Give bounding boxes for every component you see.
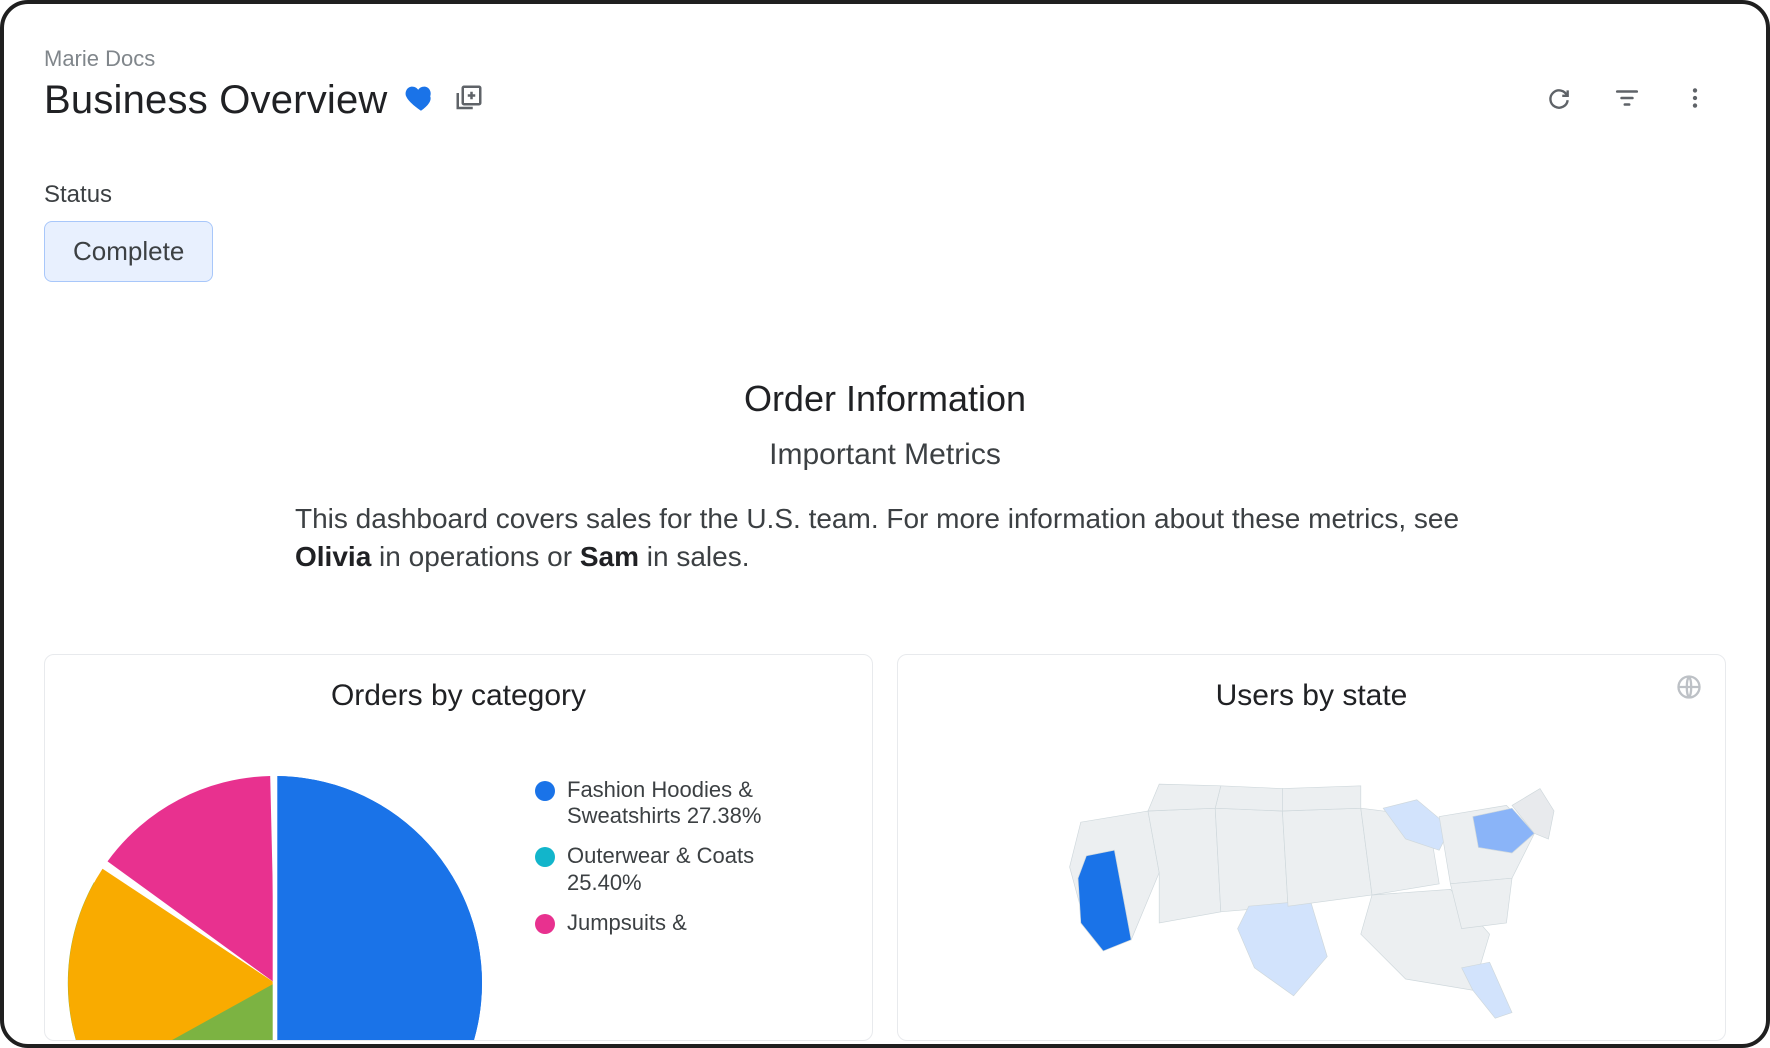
add-to-collection-icon[interactable]	[454, 83, 484, 118]
legend-item[interactable]: Outerwear & Coats 25.40%	[535, 843, 815, 896]
section-subtitle: Important Metrics	[44, 438, 1726, 472]
filter-icon[interactable]	[1614, 85, 1640, 116]
legend-item[interactable]: Fashion Hoodies & Sweatshirts 27.38%	[535, 777, 815, 830]
legend-label: Fashion Hoodies & Sweatshirts 27.38%	[567, 777, 815, 830]
globe-icon[interactable]	[1675, 673, 1703, 706]
legend-label: Outerwear & Coats 25.40%	[567, 843, 815, 896]
legend-item[interactable]: Jumpsuits &	[535, 910, 815, 936]
breadcrumb[interactable]: Marie Docs	[44, 46, 1726, 72]
section-description: This dashboard covers sales for the U.S.…	[255, 500, 1515, 576]
card-title: Orders by category	[73, 679, 844, 713]
legend-dot-icon	[535, 781, 555, 801]
card-orders-by-category[interactable]: Orders by category	[44, 654, 873, 1041]
pie-legend: Fashion Hoodies & Sweatshirts 27.38% Out…	[535, 777, 815, 937]
legend-label: Jumpsuits &	[567, 910, 687, 936]
us-map[interactable]	[926, 755, 1697, 1040]
legend-dot-icon	[535, 847, 555, 867]
desc-text: This dashboard covers sales for the U.S.…	[295, 503, 1459, 534]
favorite-heart-icon[interactable]	[404, 81, 438, 120]
pie-chart[interactable]	[45, 753, 505, 983]
legend-dot-icon	[535, 914, 555, 934]
info-section: Order Information Important Metrics This…	[44, 378, 1726, 576]
contact-sam: Sam	[580, 541, 639, 572]
card-title: Users by state	[926, 679, 1697, 713]
desc-text: in sales.	[639, 541, 750, 572]
card-users-by-state[interactable]: Users by state	[897, 654, 1726, 1041]
page-title: Business Overview	[44, 78, 388, 123]
desc-text: in operations or	[371, 541, 580, 572]
status-label: Status	[44, 181, 1726, 209]
title-row: Business Overview	[44, 78, 1726, 123]
status-chip[interactable]: Complete	[44, 221, 213, 282]
section-title: Order Information	[44, 378, 1726, 420]
contact-olivia: Olivia	[295, 541, 371, 572]
more-vert-icon[interactable]	[1682, 85, 1708, 116]
refresh-icon[interactable]	[1546, 85, 1572, 116]
